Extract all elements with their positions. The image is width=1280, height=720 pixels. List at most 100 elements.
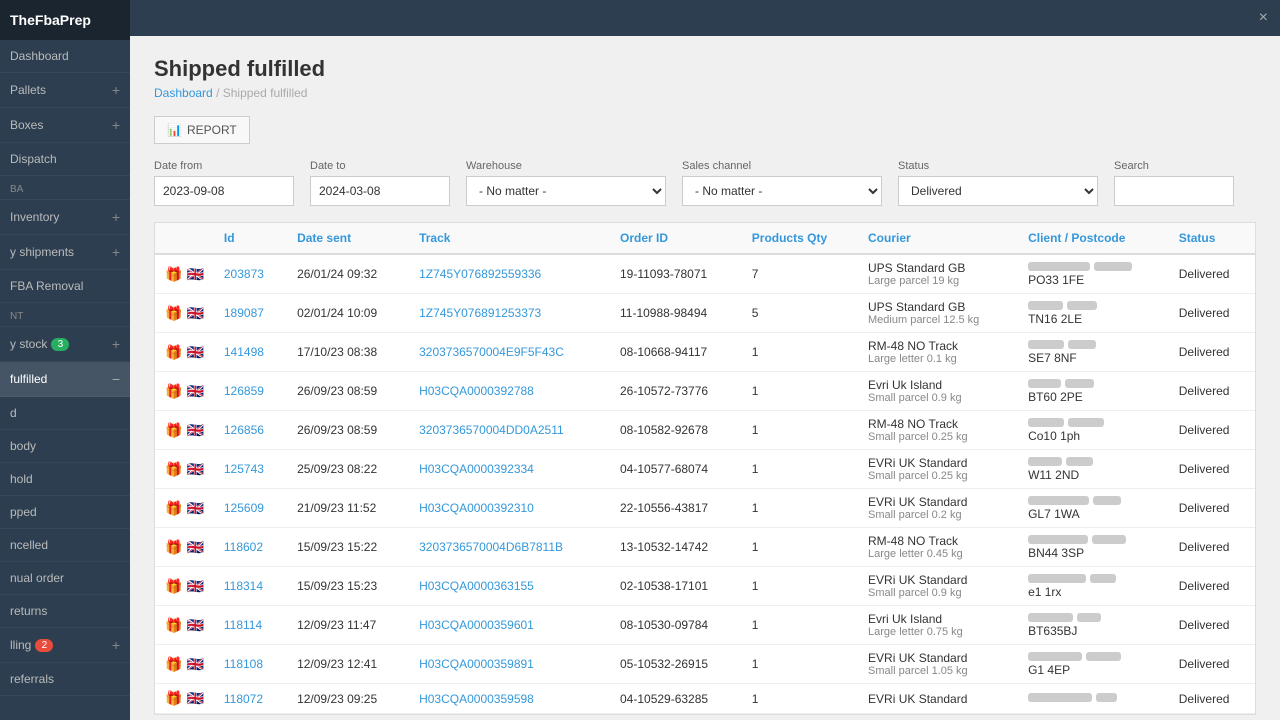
col-order-id[interactable]: Order ID <box>610 223 742 254</box>
row-id[interactable]: 141498 <box>214 333 287 372</box>
row-track[interactable]: 3203736570004D6B7811B <box>409 528 610 567</box>
search-input[interactable] <box>1114 176 1234 206</box>
report-button[interactable]: 📊 REPORT <box>154 116 250 144</box>
sidebar-item-pallets[interactable]: Pallets + <box>0 73 130 108</box>
col-courier[interactable]: Courier <box>858 223 1018 254</box>
table-row: 🎁 🇬🇧 126859 26/09/23 08:59 H03CQA0000392… <box>155 372 1255 411</box>
row-order-id: 22-10556-43817 <box>610 489 742 528</box>
row-products-qty: 1 <box>742 489 858 528</box>
close-button[interactable]: × <box>1259 9 1268 27</box>
date-from-input[interactable] <box>154 176 294 206</box>
plus-icon[interactable]: + <box>112 244 120 260</box>
row-status: Delivered <box>1169 567 1255 606</box>
row-products-qty: 1 <box>742 567 858 606</box>
sidebar-item-y-stock[interactable]: y stock 3 + <box>0 327 130 362</box>
row-icons: 🎁 🇬🇧 <box>155 294 214 333</box>
sidebar-item-nual-order[interactable]: nual order <box>0 562 130 595</box>
row-icons: 🎁 🇬🇧 <box>155 333 214 372</box>
row-id[interactable]: 118108 <box>214 645 287 684</box>
status-select[interactable]: Delivered <box>898 176 1098 206</box>
row-track[interactable]: 3203736570004DD0A2511 <box>409 411 610 450</box>
date-to-input[interactable] <box>310 176 450 206</box>
warehouse-select[interactable]: - No matter - <box>466 176 666 206</box>
row-courier: EVRi UK Standard Small parcel 0.25 kg <box>858 450 1018 489</box>
gift-icon: 🎁 <box>165 656 182 673</box>
row-track[interactable]: H03CQA0000392310 <box>409 489 610 528</box>
collapse-icon[interactable]: − <box>112 371 120 387</box>
row-id[interactable]: 118072 <box>214 684 287 714</box>
breadcrumb: Dashboard / Shipped fulfilled <box>154 86 1256 100</box>
row-icons: 🎁 🇬🇧 <box>155 645 214 684</box>
uk-flag-icon: 🇬🇧 <box>186 500 203 517</box>
plus-icon[interactable]: + <box>112 336 120 352</box>
sidebar-item-returns[interactable]: returns <box>0 595 130 628</box>
sidebar-item-fba-removal[interactable]: FBA Removal <box>0 270 130 303</box>
sidebar-item-body[interactable]: body <box>0 430 130 463</box>
plus-icon[interactable]: + <box>112 637 120 653</box>
sidebar-item-dashboard[interactable]: Dashboard <box>0 40 130 73</box>
plus-icon[interactable]: + <box>112 117 120 133</box>
row-track[interactable]: H03CQA0000359598 <box>409 684 610 714</box>
row-id[interactable]: 118602 <box>214 528 287 567</box>
row-track[interactable]: 1Z745Y076892559336 <box>409 254 610 294</box>
search-label: Search <box>1114 160 1234 172</box>
sidebar-item-dispatch[interactable]: Dispatch <box>0 143 130 176</box>
col-client-postcode[interactable]: Client / Postcode <box>1018 223 1169 254</box>
row-id[interactable]: 118114 <box>214 606 287 645</box>
sidebar-item-label: ncelled <box>10 538 48 552</box>
uk-flag-icon: 🇬🇧 <box>186 305 203 322</box>
row-courier: EVRi UK Standard Small parcel 0.9 kg <box>858 567 1018 606</box>
table-row: 🎁 🇬🇧 141498 17/10/23 08:38 3203736570004… <box>155 333 1255 372</box>
plus-icon[interactable]: + <box>112 209 120 225</box>
row-track[interactable]: H03CQA0000392788 <box>409 372 610 411</box>
row-products-qty: 1 <box>742 684 858 714</box>
report-icon: 📊 <box>167 123 182 137</box>
row-date-sent: 12/09/23 09:25 <box>287 684 409 714</box>
breadcrumb-home[interactable]: Dashboard <box>154 86 213 100</box>
sidebar-item-pped[interactable]: pped <box>0 496 130 529</box>
col-id[interactable]: Id <box>214 223 287 254</box>
col-status[interactable]: Status <box>1169 223 1255 254</box>
sidebar-item-hold[interactable]: hold <box>0 463 130 496</box>
row-id[interactable]: 126856 <box>214 411 287 450</box>
col-date-sent[interactable]: Date sent <box>287 223 409 254</box>
row-client-postcode: PO33 1FE <box>1018 254 1169 294</box>
row-id[interactable]: 125743 <box>214 450 287 489</box>
sidebar-item-label: Dashboard <box>10 49 69 63</box>
row-id[interactable]: 203873 <box>214 254 287 294</box>
row-status: Delivered <box>1169 450 1255 489</box>
sidebar-item-y-shipments[interactable]: y shipments + <box>0 235 130 270</box>
row-order-id: 08-10582-92678 <box>610 411 742 450</box>
sidebar-item-boxes[interactable]: Boxes + <box>0 108 130 143</box>
row-track[interactable]: 1Z745Y076891253373 <box>409 294 610 333</box>
status-label: Status <box>898 160 1098 172</box>
row-track[interactable]: 3203736570004E9F5F43C <box>409 333 610 372</box>
sidebar-item-lling[interactable]: lling 2 + <box>0 628 130 663</box>
col-track[interactable]: Track <box>409 223 610 254</box>
sidebar-item-inventory[interactable]: Inventory + <box>0 200 130 235</box>
sidebar-item-fulfilled[interactable]: fulfilled − <box>0 362 130 397</box>
row-track[interactable]: H03CQA0000363155 <box>409 567 610 606</box>
uk-flag-icon: 🇬🇧 <box>186 578 203 595</box>
row-track[interactable]: H03CQA0000392334 <box>409 450 610 489</box>
row-icons: 🎁 🇬🇧 <box>155 372 214 411</box>
row-id[interactable]: 125609 <box>214 489 287 528</box>
row-id[interactable]: 118314 <box>214 567 287 606</box>
sales-channel-select[interactable]: - No matter - <box>682 176 882 206</box>
row-date-sent: 02/01/24 10:09 <box>287 294 409 333</box>
col-icons <box>155 223 214 254</box>
sidebar-section-nt: NT <box>0 303 130 327</box>
row-id[interactable]: 126859 <box>214 372 287 411</box>
row-track[interactable]: H03CQA0000359601 <box>409 606 610 645</box>
row-id[interactable]: 189087 <box>214 294 287 333</box>
sidebar-item-referrals[interactable]: referrals <box>0 663 130 696</box>
row-track[interactable]: H03CQA0000359891 <box>409 645 610 684</box>
sidebar-item-d[interactable]: d <box>0 397 130 430</box>
row-client-postcode: BT60 2PE <box>1018 372 1169 411</box>
plus-icon[interactable]: + <box>112 82 120 98</box>
breadcrumb-separator: / <box>216 86 223 100</box>
col-products-qty[interactable]: Products Qty <box>742 223 858 254</box>
sidebar-item-ncelled[interactable]: ncelled <box>0 529 130 562</box>
row-status: Delivered <box>1169 372 1255 411</box>
sidebar: TheFbaPrep Dashboard Pallets + Boxes + D… <box>0 0 130 720</box>
